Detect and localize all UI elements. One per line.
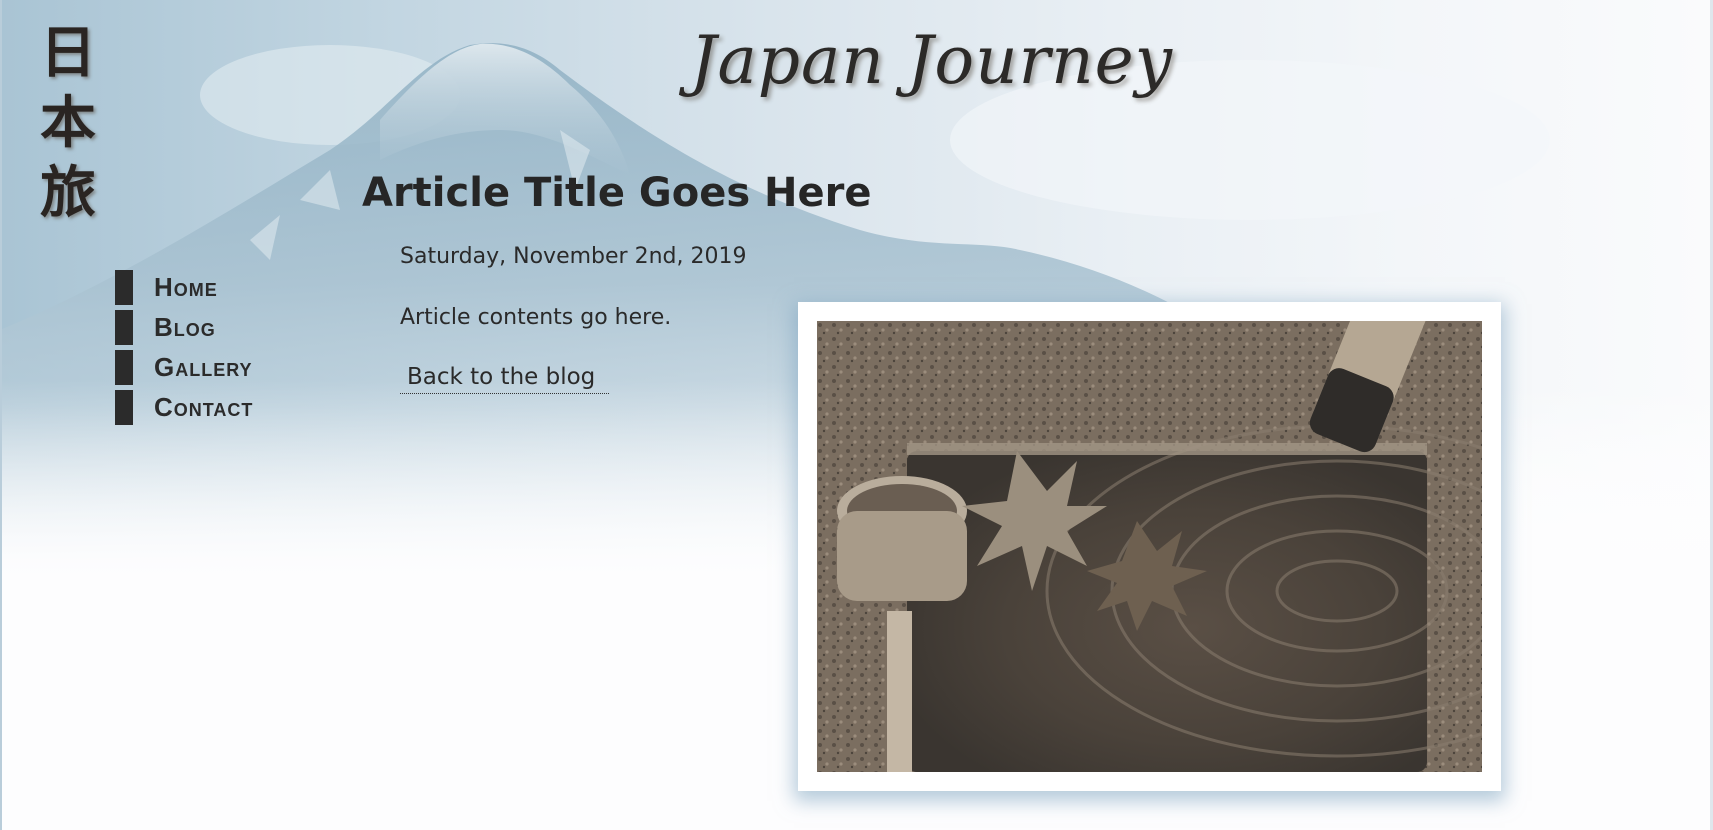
nav-item-label: Gallery: [154, 352, 253, 382]
nav-marker-bar: [115, 350, 133, 385]
page-left-border: [0, 0, 2, 830]
article-photo-frame: [798, 302, 1501, 791]
article-photo[interactable]: [817, 321, 1482, 772]
nav-item-gallery[interactable]: Gallery: [115, 350, 253, 385]
nav-item-home[interactable]: Home: [115, 270, 253, 305]
nav-marker-bar: [115, 270, 133, 305]
nav-marker-bar: [115, 390, 133, 425]
nav-item-label: Contact: [154, 392, 254, 422]
site-logo-kanji[interactable]: 日 本 旅: [28, 18, 108, 228]
article-title: Article Title Goes Here: [362, 170, 872, 216]
page: 日 本 旅 Japan Journey Home Blog Gallery Co…: [0, 0, 1713, 830]
article-date: Saturday, November 2nd, 2019: [400, 244, 747, 269]
nav-item-label: Blog: [154, 312, 216, 342]
main-nav: Home Blog Gallery Contact: [115, 270, 253, 430]
nav-item-contact[interactable]: Contact: [115, 390, 253, 425]
back-to-blog-link[interactable]: Back to the blog: [400, 364, 609, 394]
nav-item-blog[interactable]: Blog: [115, 310, 253, 345]
logo-kanji-char: 本: [40, 90, 96, 156]
site-title[interactable]: Japan Journey: [690, 22, 1173, 99]
logo-kanji-char: 旅: [40, 160, 96, 226]
article-body: Article contents go here.: [400, 305, 672, 330]
logo-kanji-char: 日: [40, 20, 96, 86]
nav-marker-bar: [115, 310, 133, 345]
nav-item-label: Home: [154, 272, 218, 302]
